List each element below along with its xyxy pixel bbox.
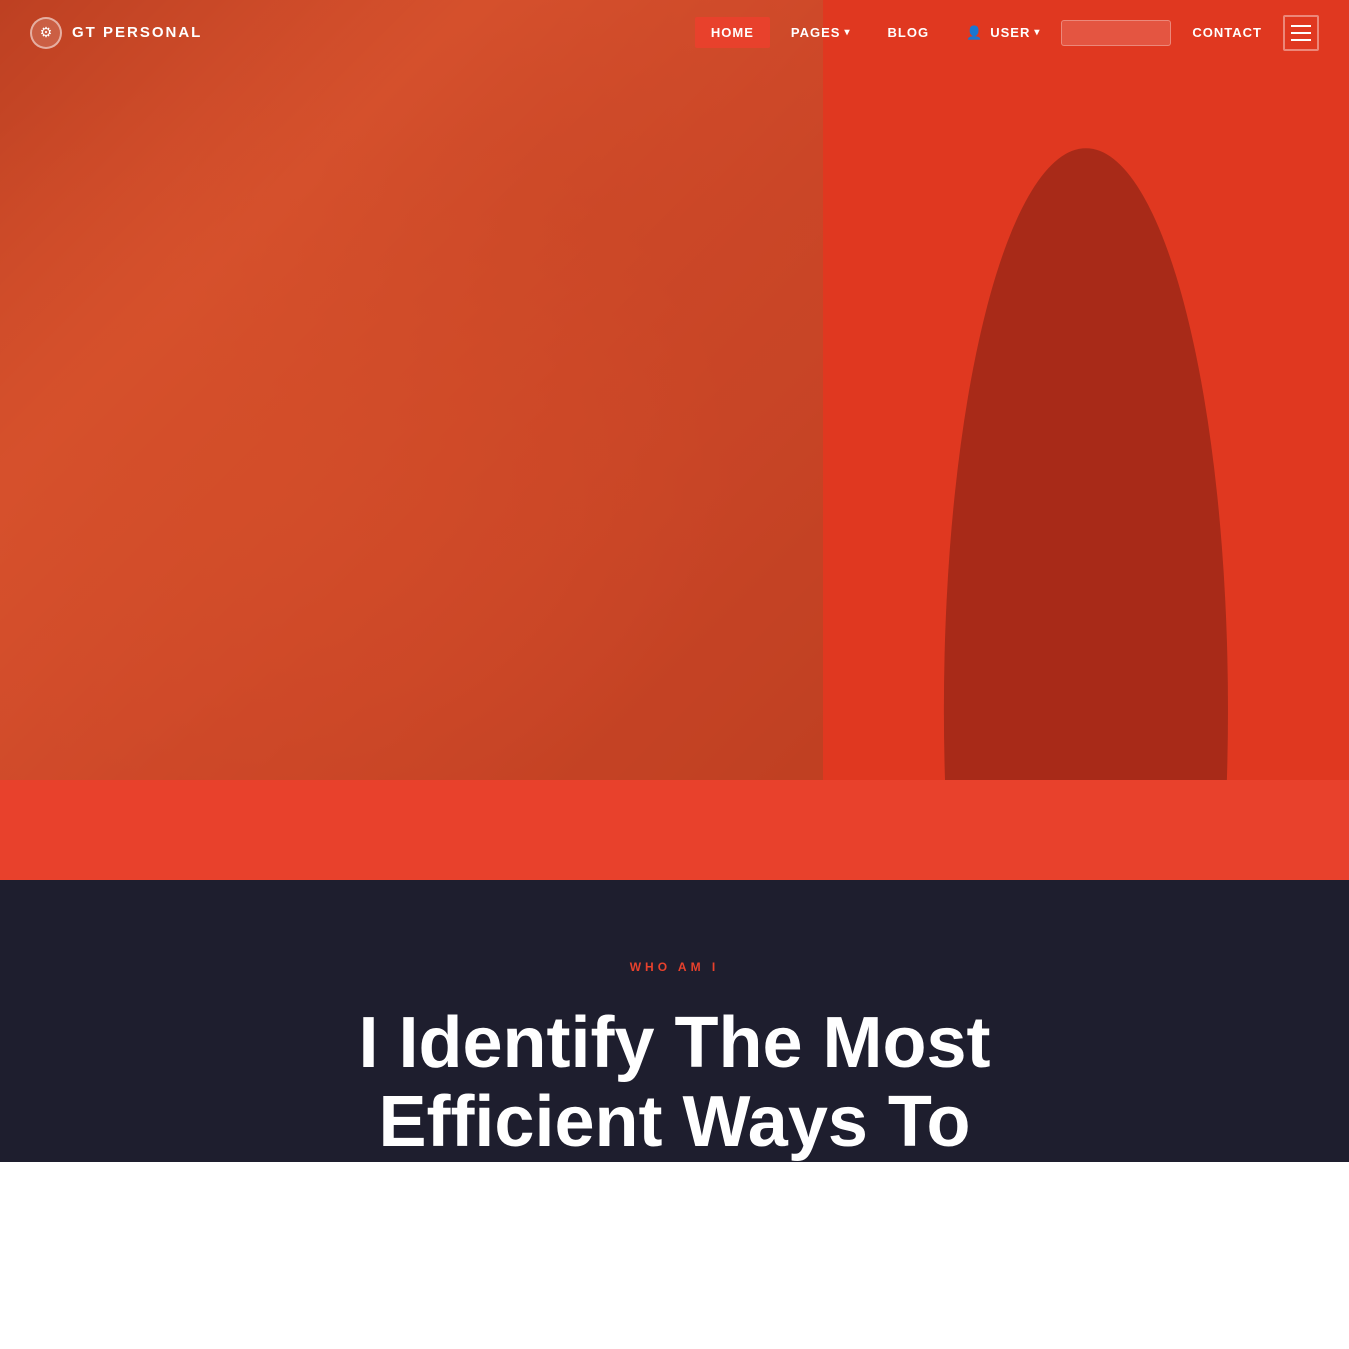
hamburger-menu[interactable] bbox=[1283, 15, 1319, 51]
brand-name: GT PERSONAL bbox=[72, 24, 202, 41]
nav-item-blog[interactable]: BLOG bbox=[872, 17, 946, 48]
hero-section: I AM A FREELANCER DEVELOPER HI, I AM JAS… bbox=[0, 0, 1349, 780]
chevron-down-icon: ▾ bbox=[844, 27, 850, 38]
brand-icon: ⚙ bbox=[30, 17, 62, 49]
brand-logo[interactable]: ⚙ GT PERSONAL bbox=[30, 17, 202, 49]
search-input[interactable] bbox=[1061, 20, 1171, 46]
who-title: I Identify The Most Efficient Ways To bbox=[275, 1004, 1075, 1162]
nav-hamburger[interactable] bbox=[1283, 15, 1319, 51]
hero-right-panel bbox=[823, 0, 1349, 780]
nav-menu: HOME PAGES ▾ BLOG 👤 USER ▾ CON bbox=[695, 15, 1319, 51]
nav-item-user[interactable]: 👤 USER ▾ bbox=[950, 17, 1056, 49]
nav-item-contact[interactable]: CONTACT bbox=[1176, 17, 1278, 48]
chevron-down-icon-2: ▾ bbox=[1034, 27, 1040, 38]
nav-item-pages[interactable]: PAGES ▾ bbox=[775, 17, 867, 48]
navbar: ⚙ GT PERSONAL HOME PAGES ▾ BLOG 👤 USER ▾ bbox=[0, 0, 1349, 65]
user-icon: 👤 bbox=[966, 25, 983, 41]
who-am-i-section: WHO AM I I Identify The Most Efficient W… bbox=[0, 880, 1349, 1162]
nav-item-home[interactable]: HOME bbox=[695, 17, 770, 48]
who-label: WHO AM I bbox=[40, 960, 1309, 974]
nav-search-item[interactable] bbox=[1061, 20, 1171, 46]
hero-red-overlay bbox=[0, 0, 823, 780]
red-band bbox=[0, 780, 1349, 880]
